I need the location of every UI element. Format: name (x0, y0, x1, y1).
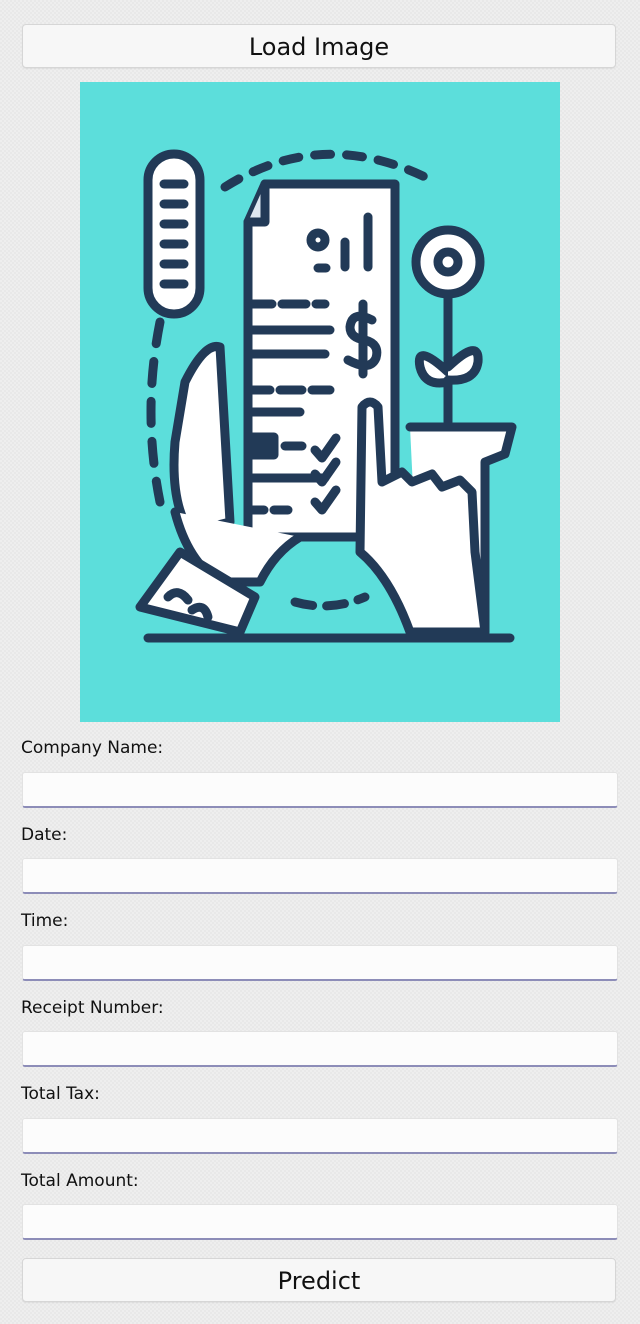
receipt-hand-illustration-icon (135, 149, 517, 643)
receipt-image-preview (80, 82, 560, 722)
total-amount-field[interactable] (22, 1204, 618, 1240)
total-amount-label: Total Amount: (21, 1171, 139, 1191)
load-image-button[interactable]: Load Image (22, 24, 616, 68)
total-tax-label: Total Tax: (21, 1084, 100, 1104)
predict-button[interactable]: Predict (22, 1258, 616, 1302)
time-label: Time: (21, 911, 69, 931)
date-field[interactable] (22, 858, 618, 894)
time-field[interactable] (22, 945, 618, 981)
date-label: Date: (21, 825, 68, 845)
total-tax-field[interactable] (22, 1118, 618, 1154)
receipt-number-field[interactable] (22, 1031, 618, 1067)
company-name-label: Company Name: (21, 738, 164, 758)
receipt-number-label: Receipt Number: (21, 998, 164, 1018)
company-name-field[interactable] (22, 772, 618, 808)
